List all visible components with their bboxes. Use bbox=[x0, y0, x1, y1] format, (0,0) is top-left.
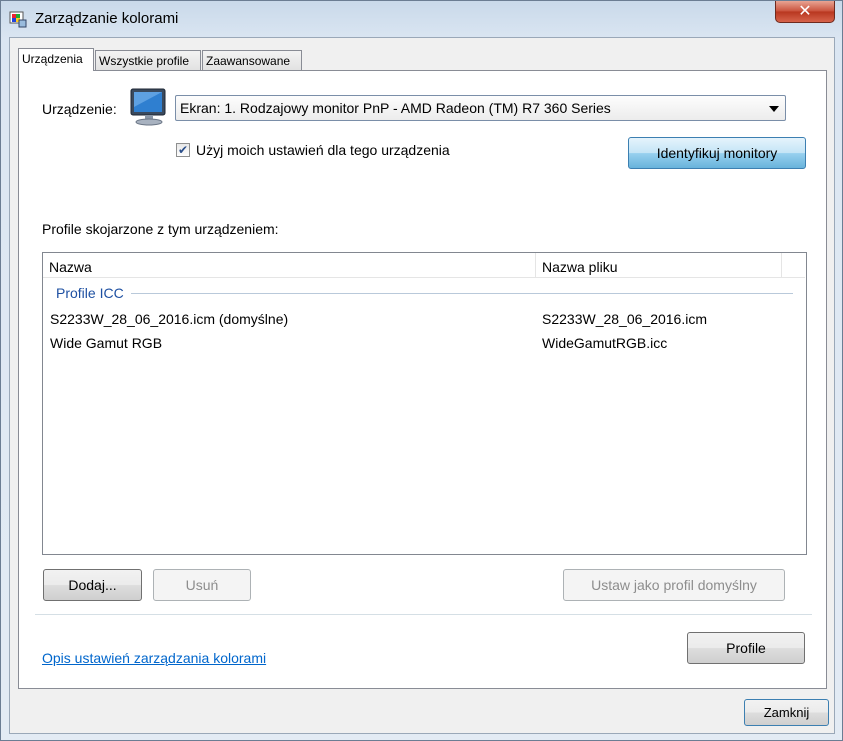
profiles-section-label: Profile skojarzone z tym urządzeniem: bbox=[42, 221, 279, 237]
tab-devices[interactable]: Urządzenia bbox=[18, 48, 94, 71]
tab-advanced[interactable]: Zaawansowane bbox=[202, 50, 302, 70]
add-profile-button[interactable]: Dodaj... bbox=[43, 569, 142, 601]
identify-monitors-button[interactable]: Identyfikuj monitory bbox=[628, 137, 806, 169]
window-title: Zarządzanie kolorami bbox=[35, 10, 179, 27]
profile-filename: S2233W_28_06_2016.icm bbox=[542, 311, 708, 327]
device-select[interactable]: Ekran: 1. Rodzajowy monitor PnP - AMD Ra… bbox=[175, 95, 786, 121]
devices-tab-panel: Urządzenie: Ekran: 1. Rodzajowy monitor … bbox=[18, 70, 827, 689]
profile-name: Wide Gamut RGB bbox=[50, 335, 163, 351]
profile-filename: WideGamutRGB.icc bbox=[542, 335, 668, 351]
list-item[interactable]: Wide Gamut RGB WideGamutRGB.icc bbox=[43, 331, 805, 355]
color-settings-help-link[interactable]: Opis ustawień zarządzania kolorami bbox=[42, 650, 266, 666]
group-divider bbox=[131, 293, 793, 294]
title-bar[interactable]: Zarządzanie kolorami ✕ bbox=[1, 1, 843, 37]
use-my-settings-label[interactable]: Użyj moich ustawień dla tego urządzenia bbox=[196, 142, 450, 158]
color-management-app-icon bbox=[9, 11, 27, 28]
close-icon: ✕ bbox=[798, 1, 812, 20]
profile-name: S2233W_28_06_2016.icm (domyślne) bbox=[50, 311, 289, 327]
profiles-list[interactable]: Nazwa Nazwa pliku Profile ICC S2233W_28_… bbox=[42, 252, 807, 555]
group-label-icc[interactable]: Profile ICC bbox=[56, 285, 124, 301]
divider bbox=[35, 614, 812, 616]
column-header-filename[interactable]: Nazwa pliku bbox=[536, 253, 780, 277]
list-header: Nazwa Nazwa pliku bbox=[43, 253, 805, 278]
device-select-value: Ekran: 1. Rodzajowy monitor PnP - AMD Ra… bbox=[180, 100, 611, 116]
list-item[interactable]: S2233W_28_06_2016.icm (domyślne) S2233W_… bbox=[43, 307, 805, 331]
device-label: Urządzenie: bbox=[42, 101, 117, 117]
set-default-profile-button[interactable]: Ustaw jako profil domyślny bbox=[563, 569, 785, 601]
close-button[interactable]: Zamknij bbox=[744, 699, 829, 726]
column-header-name[interactable]: Nazwa bbox=[43, 253, 535, 277]
remove-profile-button[interactable]: Usuń bbox=[153, 569, 251, 601]
tab-all-profiles[interactable]: Wszystkie profile bbox=[95, 50, 201, 70]
chevron-down-icon bbox=[769, 106, 779, 112]
column-separator[interactable] bbox=[781, 253, 782, 277]
monitor-icon bbox=[130, 88, 166, 126]
color-management-window: Zarządzanie kolorami ✕ Urządzenia Wszyst… bbox=[0, 0, 843, 741]
use-my-settings-checkbox[interactable]: ✔ bbox=[176, 143, 190, 157]
profiles-button[interactable]: Profile bbox=[687, 632, 805, 664]
dialog-client-area: Urządzenia Wszystkie profile Zaawansowan… bbox=[9, 37, 835, 734]
close-window-button[interactable]: ✕ bbox=[775, 1, 835, 23]
